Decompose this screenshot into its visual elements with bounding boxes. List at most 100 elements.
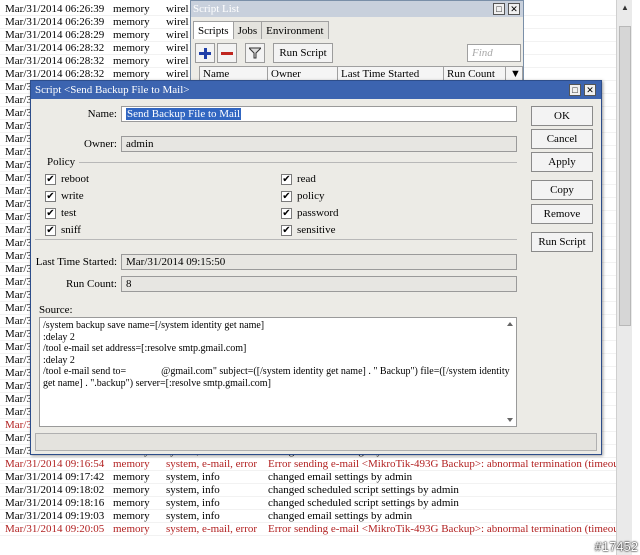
cancel-button[interactable]: Cancel xyxy=(531,129,593,149)
policy-label-reboot: reboot xyxy=(61,173,90,185)
source-scroll-arrows-icon xyxy=(507,322,513,422)
scroll-thumb[interactable] xyxy=(619,26,631,326)
log-time: Mar/31/2014 09:18:02 xyxy=(5,484,105,496)
policy-label-test: test xyxy=(61,207,77,219)
log-buffer: memory xyxy=(113,55,150,67)
col-name[interactable]: Name xyxy=(200,67,268,81)
policy-label-sensitive: sensitive xyxy=(297,224,336,236)
log-time: Mar/31/2014 06:28:29 xyxy=(5,29,105,41)
name-field[interactable]: Send Backup File to Mail xyxy=(121,106,517,122)
log-time: Mar/31/2014 09:17:42 xyxy=(5,471,105,483)
filter-button[interactable] xyxy=(245,43,265,63)
log-topics: system, info xyxy=(166,497,220,509)
plus-icon xyxy=(199,48,211,59)
dialog-title: Script <Send Backup File to Mail> xyxy=(35,84,190,96)
remove-button[interactable]: Remove xyxy=(531,204,593,224)
log-buffer: memory xyxy=(113,3,150,15)
log-message: Error sending e-mail <MikroTik-493G Back… xyxy=(268,523,616,535)
policy-checkbox-reboot[interactable]: ✔ xyxy=(45,174,56,185)
log-buffer: memory xyxy=(113,510,150,522)
dialog-close-icon[interactable]: ✕ xyxy=(584,84,596,96)
log-row[interactable]: Mar/31/2014 09:19:03 memory system, info ch… xyxy=(0,510,616,523)
tab-scripts[interactable]: Scripts xyxy=(193,21,234,39)
log-buffer: memory xyxy=(113,16,150,28)
policy-checkbox-sniff[interactable]: ✔ xyxy=(45,225,56,236)
copy-button[interactable]: Copy xyxy=(531,180,593,200)
stats-divider xyxy=(35,239,517,240)
log-time: Mar/31/2014 06:26:39 xyxy=(5,16,105,28)
owner-field[interactable]: admin xyxy=(121,136,517,152)
ok-button[interactable]: OK xyxy=(531,106,593,126)
remove-item-button[interactable] xyxy=(217,43,237,63)
minus-icon xyxy=(221,52,233,55)
source-editor[interactable]: /system backup save name=[/system identi… xyxy=(39,317,517,427)
apply-button[interactable]: Apply xyxy=(531,152,593,172)
log-message: changed scheduled script settings by adm… xyxy=(268,484,459,496)
run-script-button[interactable]: Run Script xyxy=(531,232,593,252)
policy-checkbox-test[interactable]: ✔ xyxy=(45,208,56,219)
log-topics: system, e-mail, error xyxy=(166,458,258,470)
log-buffer: memory xyxy=(113,29,150,41)
policy-label-write: write xyxy=(61,190,84,202)
log-topics: system, info xyxy=(166,484,220,496)
policy-checkbox-sensitive[interactable]: ✔ xyxy=(281,225,292,236)
policy-checkbox-write[interactable]: ✔ xyxy=(45,191,56,202)
script-list-tabs: Scripts Jobs Environment xyxy=(193,21,329,39)
script-list-window: Script List □ ✕ Scripts Jobs Environment R… xyxy=(190,0,524,86)
log-time: Mar/31/2014 06:28:32 xyxy=(5,55,105,67)
log-time: Mar/31/2014 06:26:39 xyxy=(5,3,105,15)
scroll-up-icon[interactable]: ▲ xyxy=(617,0,633,16)
dialog-restore-icon[interactable]: □ xyxy=(569,84,581,96)
log-row[interactable]: Mar/31/2014 09:16:54 memory system, e-mail… xyxy=(0,458,616,471)
find-input[interactable]: Find xyxy=(467,44,521,62)
add-button[interactable] xyxy=(195,43,215,63)
log-buffer: memory xyxy=(113,471,150,483)
log-buffer: memory xyxy=(113,484,150,496)
script-dialog: Script <Send Backup File to Mail> □ ✕ Na… xyxy=(30,80,602,455)
log-buffer: memory xyxy=(113,42,150,54)
log-message: changed scheduled script settings by adm… xyxy=(268,497,459,509)
run-count-field[interactable]: 8 xyxy=(121,276,517,292)
log-topics: system, e-mail, error xyxy=(166,523,258,535)
tab-environment[interactable]: Environment xyxy=(261,21,329,39)
last-started-label: Last Time Started: xyxy=(35,256,117,268)
log-buffer: memory xyxy=(113,458,150,470)
tab-jobs[interactable]: Jobs xyxy=(232,21,263,39)
policy-checkbox-read[interactable]: ✔ xyxy=(281,174,292,185)
policy-checkbox-password[interactable]: ✔ xyxy=(281,208,292,219)
policy-label-policy: policy xyxy=(297,190,325,202)
log-topics: system, info xyxy=(166,510,220,522)
log-message: Error sending e-mail <MikroTik-493G Back… xyxy=(268,458,616,470)
run-script-toolbar-button[interactable]: Run Script xyxy=(273,43,333,63)
policy-label-password: password xyxy=(297,207,339,219)
close-icon[interactable]: ✕ xyxy=(508,3,520,15)
log-message: changed email settings by admin xyxy=(268,510,413,522)
policy-group-label: Policy xyxy=(47,156,76,168)
script-list-title: Script List xyxy=(193,3,240,15)
restore-icon[interactable]: □ xyxy=(493,3,505,15)
source-scrollbar[interactable] xyxy=(505,319,515,425)
name-label: Name: xyxy=(87,108,117,120)
dialog-titlebar[interactable]: Script <Send Backup File to Mail> xyxy=(31,81,601,99)
col-owner[interactable]: Owner xyxy=(268,67,338,81)
log-message: changed email settings by admin xyxy=(268,471,413,483)
policy-label-sniff: sniff xyxy=(61,224,81,236)
policy-checkbox-policy[interactable]: ✔ xyxy=(281,191,292,202)
log-row[interactable]: Mar/31/2014 09:18:02 memory system, info ch… xyxy=(0,484,616,497)
log-buffer: memory xyxy=(113,497,150,509)
last-started-field[interactable]: Mar/31/2014 09:15:50 xyxy=(121,254,517,270)
log-topics: system, info xyxy=(166,471,220,483)
log-row[interactable]: Mar/31/2014 09:20:05 memory system, e-mail… xyxy=(0,523,616,536)
log-time: Mar/31/2014 09:20:05 xyxy=(5,523,105,535)
log-scrollbar[interactable]: ▲ xyxy=(616,0,632,555)
log-row[interactable]: Mar/31/2014 09:17:42 memory system, info ch… xyxy=(0,471,616,484)
col-run-count[interactable]: Run Count xyxy=(444,67,506,81)
dialog-status-bar xyxy=(35,433,597,451)
log-row[interactable]: Mar/31/2014 09:18:16 memory system, info ch… xyxy=(0,497,616,510)
filter-icon xyxy=(247,47,263,59)
policy-label-read: read xyxy=(297,173,316,185)
log-time: Mar/31/2014 09:18:16 xyxy=(5,497,105,509)
script-list-titlebar[interactable]: Script List xyxy=(191,1,523,17)
col-last-started[interactable]: Last Time Started xyxy=(338,67,444,81)
column-menu-icon[interactable]: ▼ xyxy=(506,67,522,81)
